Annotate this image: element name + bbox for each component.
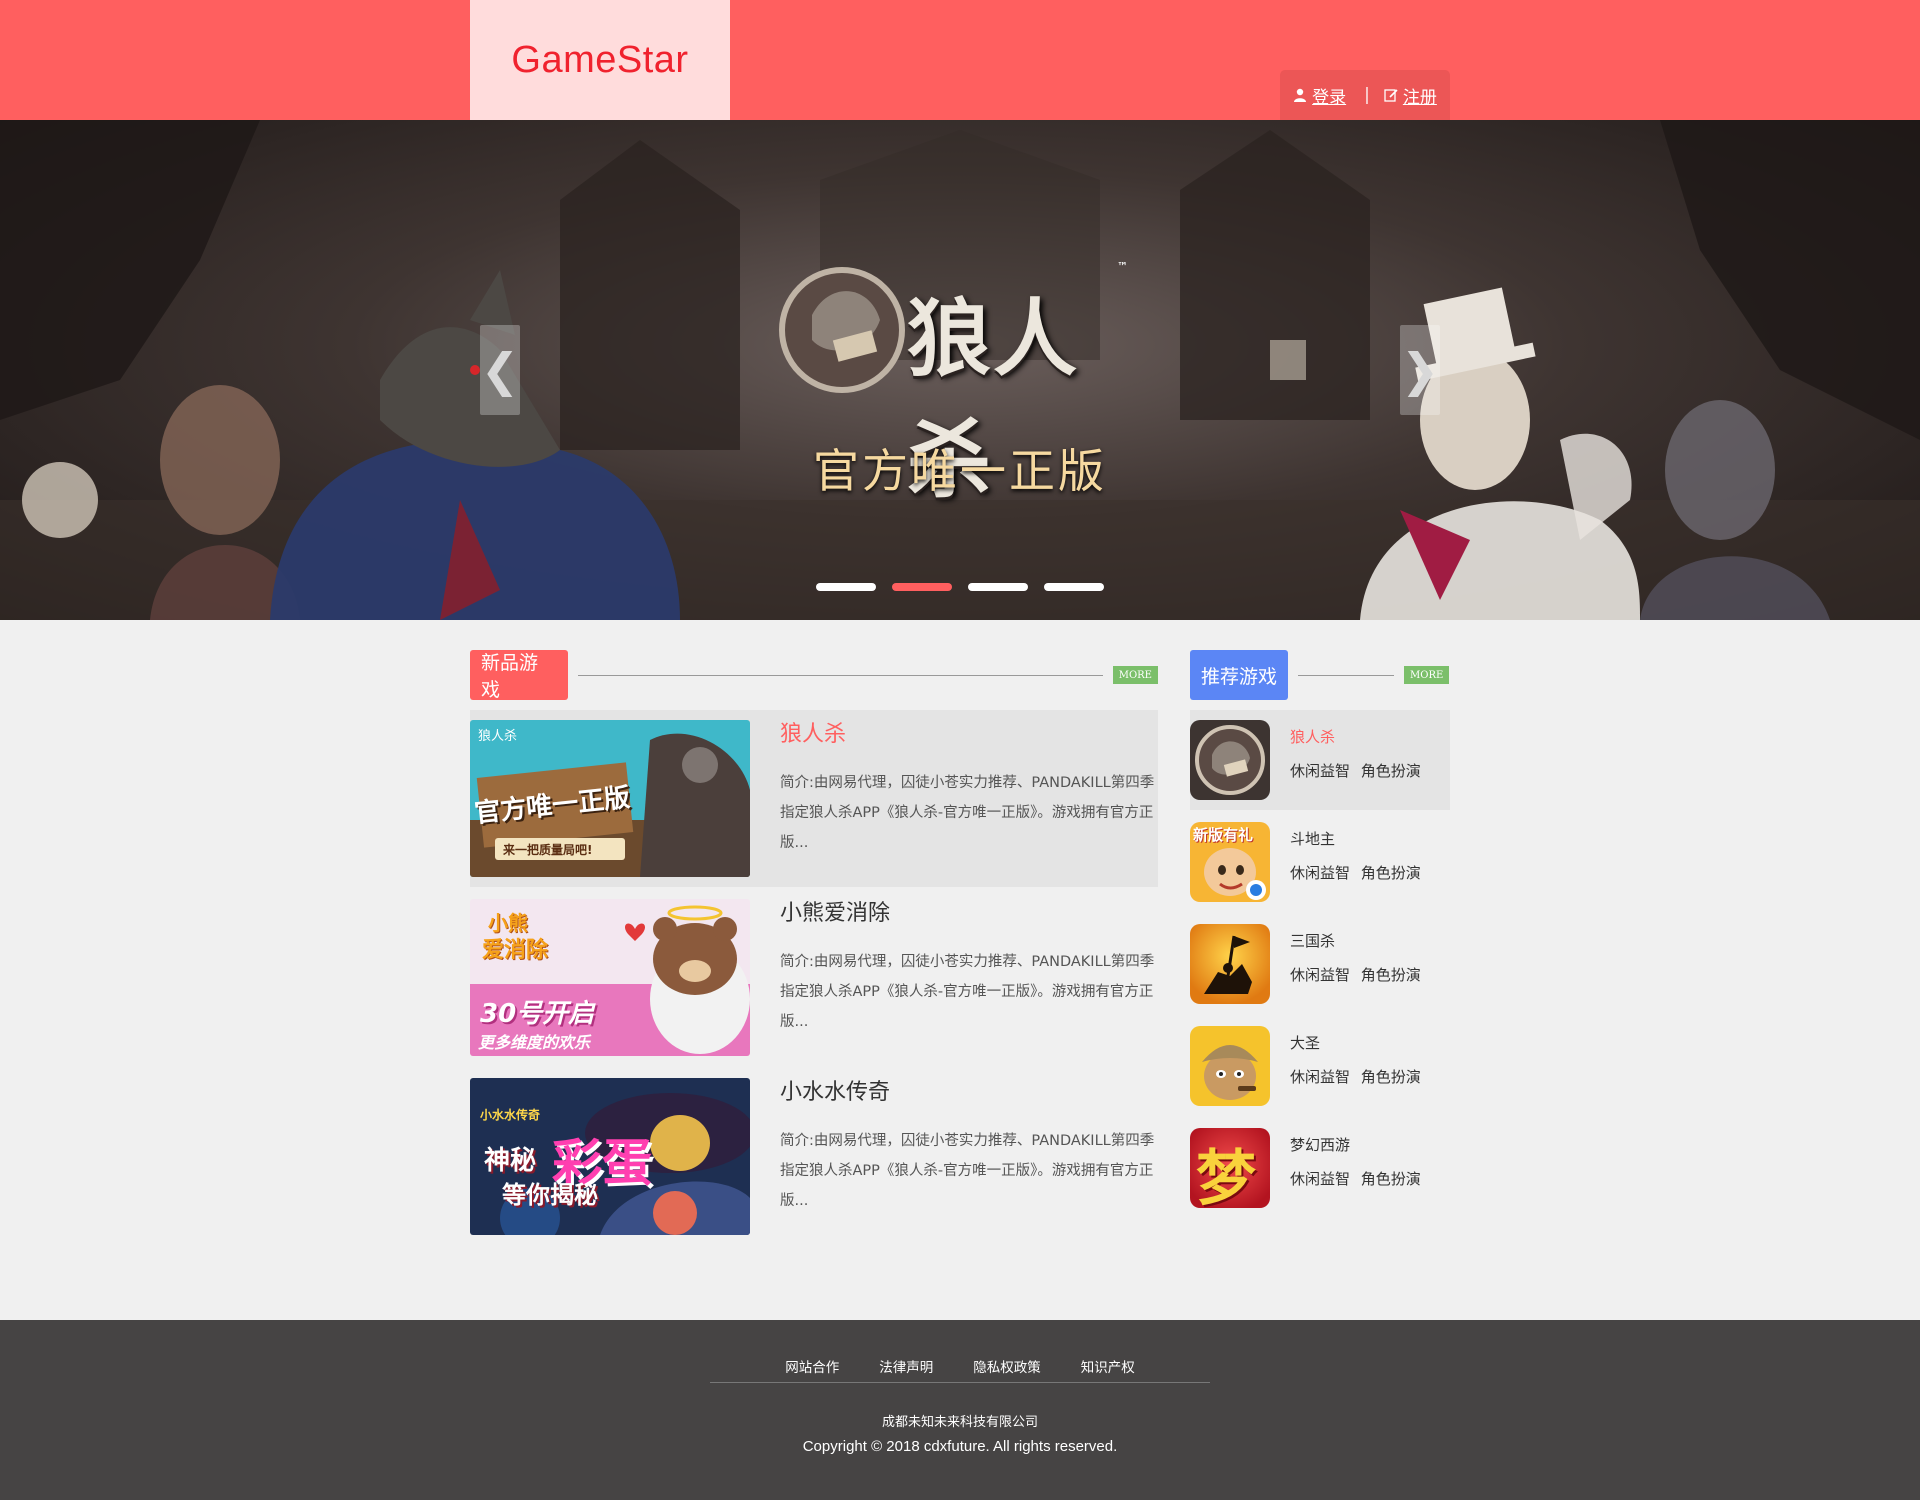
game-name[interactable]: 狼人杀 bbox=[1290, 726, 1335, 747]
game-tags: 休闲益智 角色扮演 bbox=[1290, 864, 1421, 882]
icon-badge-text: 新版有礼 bbox=[1193, 826, 1254, 844]
icon-badge-text: 梦 bbox=[1196, 1144, 1256, 1208]
news-item[interactable]: 狼人杀 官方唯一正版 来一把质量局吧! 狼人杀 简介:由网易代理，囚徒小苍实力推… bbox=[470, 710, 1158, 887]
hero-carousel[interactable]: 狼人杀 ™ 官方唯一正版 ❮ ❯ bbox=[0, 120, 1920, 620]
game-logo: 狼人杀 ™ bbox=[772, 260, 1142, 509]
footer-divider bbox=[710, 1382, 1210, 1383]
thumb-caption: 狼人杀 bbox=[478, 729, 518, 744]
thumb-tagline: 来一把质量局吧! bbox=[503, 843, 593, 857]
game-name[interactable]: 梦幻西游 bbox=[1290, 1134, 1350, 1155]
news-description: 简介:由网易代理，囚徒小苍实力推荐、PANDAKILL第四季指定狼人杀APP《狼… bbox=[780, 775, 1155, 851]
register-link[interactable]: 注册 bbox=[1384, 83, 1437, 108]
edit-icon bbox=[1384, 89, 1398, 102]
thumb-headline: 30号开启 bbox=[480, 999, 595, 1029]
divider bbox=[577, 674, 1103, 676]
game-icon[interactable] bbox=[1190, 720, 1270, 800]
thumb-tagline: 更多维度的欢乐 bbox=[478, 1033, 591, 1052]
recommended-item[interactable]: 梦 梦幻西游 休闲益智 角色扮演 bbox=[1190, 1118, 1450, 1218]
game-name[interactable]: 大圣 bbox=[1290, 1032, 1320, 1053]
news-title[interactable]: 小熊爱消除 bbox=[780, 895, 890, 927]
company-name: 成都未知未来科技有限公司 bbox=[881, 1415, 1038, 1430]
game-tags: 休闲益智 角色扮演 bbox=[1290, 1170, 1421, 1188]
news-thumbnail[interactable]: 小水水传奇 神秘 彩蛋 等你揭秘 bbox=[470, 1078, 750, 1235]
new-games-more-button[interactable]: MORE bbox=[1112, 666, 1158, 684]
copyright-text: Copyright © 2018 cdxfuture. All rights r… bbox=[802, 1438, 1118, 1455]
game-icon[interactable]: 梦 bbox=[1190, 1128, 1270, 1208]
game-tags: 休闲益智 角色扮演 bbox=[1290, 762, 1421, 780]
new-games-header: 新品游戏 MORE bbox=[470, 650, 1158, 701]
recommended-item[interactable]: 狼人杀 休闲益智 角色扮演 bbox=[1190, 710, 1450, 810]
news-title[interactable]: 小水水传奇 bbox=[780, 1074, 890, 1106]
thumb-headline-1: 神秘 bbox=[484, 1146, 537, 1176]
carousel-indicators bbox=[816, 583, 1104, 591]
news-item[interactable]: 小熊 爱消除 30号开启 更多维度的欢乐 小熊爱消除 简介:由网易代理，囚徒小苍… bbox=[470, 889, 1158, 1066]
carousel-next-button[interactable]: ❯ bbox=[1400, 325, 1440, 415]
login-label: 登录 bbox=[1312, 87, 1347, 108]
footer-link-ip[interactable]: 知识产权 bbox=[1081, 1356, 1135, 1376]
thumb-caption: 小水水传奇 bbox=[480, 1108, 541, 1122]
trademark-mark: ™ bbox=[1117, 260, 1128, 273]
banner-slogan: 官方唯一正版 bbox=[813, 444, 1107, 498]
recommended-title: 推荐游戏 bbox=[1190, 650, 1289, 700]
site-header: GameStar 登录 | 注册 bbox=[0, 0, 1920, 120]
news-description: 简介:由网易代理，囚徒小苍实力推荐、PANDAKILL第四季指定狼人杀APP《狼… bbox=[780, 1133, 1155, 1209]
thumb-caption-2: 爱消除 bbox=[482, 938, 549, 963]
thumb-tagline: 等你揭秘 bbox=[502, 1181, 598, 1209]
recommended-header: 推荐游戏 MORE bbox=[1190, 650, 1450, 700]
news-thumbnail[interactable]: 小熊 爱消除 30号开启 更多维度的欢乐 bbox=[470, 899, 750, 1056]
game-tags: 休闲益智 角色扮演 bbox=[1290, 966, 1421, 984]
auth-separator: | bbox=[1364, 85, 1370, 105]
game-name[interactable]: 三国杀 bbox=[1290, 930, 1335, 951]
recommended-item[interactable]: 大圣 休闲益智 角色扮演 bbox=[1190, 1016, 1450, 1116]
game-name[interactable]: 斗地主 bbox=[1290, 828, 1335, 849]
divider bbox=[1298, 674, 1395, 676]
user-icon bbox=[1294, 88, 1307, 102]
game-tags: 休闲益智 角色扮演 bbox=[1290, 1068, 1421, 1086]
carousel-dot[interactable] bbox=[1044, 583, 1104, 591]
recommended-more-button[interactable]: MORE bbox=[1404, 666, 1450, 684]
auth-bar: 登录 | 注册 bbox=[1280, 70, 1450, 120]
carousel-dot-active[interactable] bbox=[892, 583, 952, 591]
footer-nav: 网站合作 法律声明 隐私权政策 知识产权 bbox=[0, 1356, 1920, 1376]
footer-link-privacy[interactable]: 隐私权政策 bbox=[973, 1356, 1041, 1376]
footer-link-cooperation[interactable]: 网站合作 bbox=[785, 1356, 839, 1376]
footer-link-legal[interactable]: 法律声明 bbox=[879, 1356, 933, 1376]
news-item[interactable]: 小水水传奇 神秘 彩蛋 等你揭秘 小水水传奇 简介:由网易代理，囚徒小苍实力推荐… bbox=[470, 1068, 1158, 1245]
game-icon[interactable]: 新版有礼 bbox=[1190, 822, 1270, 902]
news-description: 简介:由网易代理，囚徒小苍实力推荐、PANDAKILL第四季指定狼人杀APP《狼… bbox=[780, 954, 1155, 1030]
recommended-item[interactable]: 三国杀 休闲益智 角色扮演 bbox=[1190, 914, 1450, 1014]
login-link[interactable]: 登录 bbox=[1293, 83, 1346, 108]
new-games-title: 新品游戏 bbox=[470, 650, 568, 701]
carousel-dot[interactable] bbox=[816, 583, 876, 591]
recommended-item[interactable]: 新版有礼 斗地主 休闲益智 角色扮演 bbox=[1190, 812, 1450, 912]
news-title[interactable]: 狼人杀 bbox=[780, 716, 846, 748]
site-footer: 网站合作 法律声明 隐私权政策 知识产权 成都未知未来科技有限公司 Copyri… bbox=[0, 1320, 1920, 1500]
game-icon[interactable] bbox=[1190, 924, 1270, 1004]
carousel-dot[interactable] bbox=[968, 583, 1028, 591]
game-icon[interactable] bbox=[1190, 1026, 1270, 1106]
site-logo[interactable]: GameStar bbox=[470, 0, 730, 120]
carousel-prev-button[interactable]: ❮ bbox=[480, 325, 520, 415]
news-thumbnail[interactable]: 狼人杀 官方唯一正版 来一把质量局吧! bbox=[470, 720, 750, 877]
register-label: 注册 bbox=[1402, 87, 1437, 108]
